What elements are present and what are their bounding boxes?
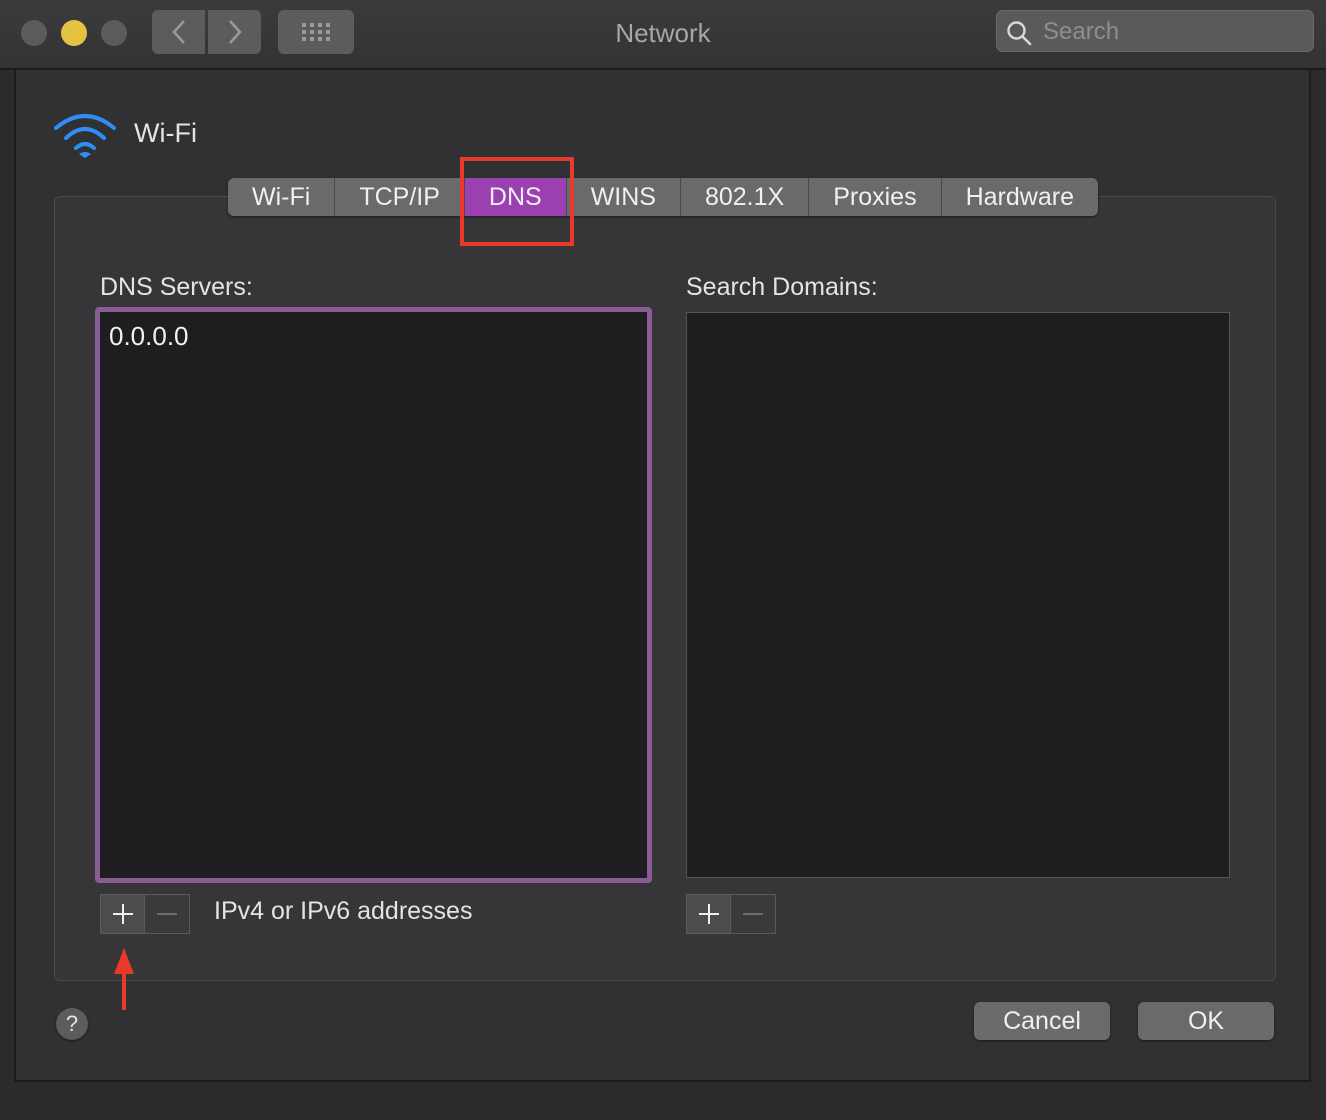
tab-bar: Wi-Fi TCP/IP DNS WINS 802.1X Proxies Har…	[228, 178, 1098, 216]
dns-server-item[interactable]: 0.0.0.0	[100, 312, 647, 352]
dns-servers-list[interactable]: 0.0.0.0	[95, 307, 652, 883]
remove-search-domain-button[interactable]	[731, 895, 775, 933]
wifi-icon	[54, 114, 116, 158]
tab-proxies[interactable]: Proxies	[809, 178, 942, 216]
domains-add-remove-control	[686, 894, 776, 934]
tab-tcpip[interactable]: TCP/IP	[335, 178, 465, 216]
dns-add-remove-control	[100, 894, 190, 934]
tab-wifi[interactable]: Wi-Fi	[228, 178, 336, 216]
add-search-domain-button[interactable]	[687, 895, 731, 933]
plus-icon	[112, 904, 133, 924]
add-dns-server-button[interactable]	[101, 895, 145, 933]
plus-icon	[698, 904, 719, 924]
search-icon	[1007, 21, 1032, 46]
minus-icon	[157, 913, 177, 915]
cancel-button[interactable]: Cancel	[974, 1002, 1110, 1040]
help-button[interactable]: ?	[56, 1008, 88, 1040]
interface-title: Wi-Fi	[134, 118, 197, 148]
network-preferences-window: Network Wi-Fi Wi-Fi TCP/IP DNS WINS 802.…	[0, 0, 1326, 1120]
search-input[interactable]	[1041, 15, 1305, 49]
tab-8021x[interactable]: 802.1X	[681, 178, 810, 216]
title-bar: Network	[0, 0, 1326, 70]
minus-icon	[743, 913, 763, 915]
search-field[interactable]	[996, 10, 1314, 52]
search-domains-label: Search Domains:	[686, 273, 878, 301]
dns-servers-label: DNS Servers:	[100, 273, 253, 301]
remove-dns-server-button[interactable]	[145, 895, 189, 933]
arrow-up-annotation-icon	[114, 948, 134, 1010]
ok-button[interactable]: OK	[1138, 1002, 1274, 1040]
dns-hint-text: IPv4 or IPv6 addresses	[214, 897, 473, 925]
search-domains-list[interactable]	[686, 312, 1230, 878]
tab-wins[interactable]: WINS	[567, 178, 681, 216]
tab-hardware[interactable]: Hardware	[942, 178, 1098, 216]
tab-dns[interactable]: DNS	[464, 178, 567, 216]
